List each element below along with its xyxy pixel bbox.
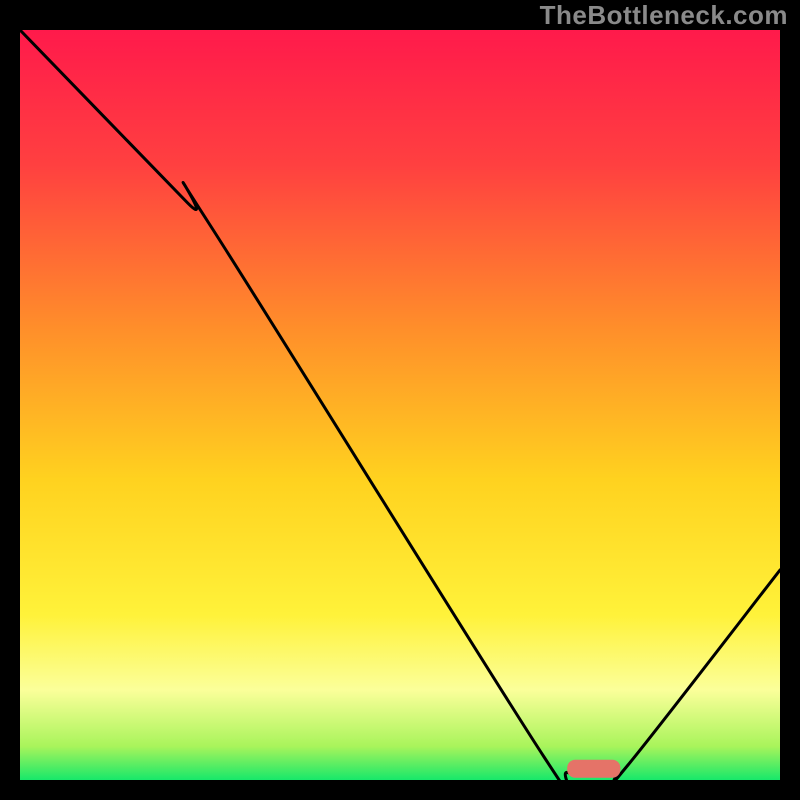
chart-frame: TheBottleneck.com bbox=[0, 0, 800, 800]
watermark-text: TheBottleneck.com bbox=[540, 0, 788, 31]
chart-plot-area bbox=[20, 30, 780, 780]
optimal-range-marker bbox=[567, 760, 620, 778]
chart-svg bbox=[20, 30, 780, 780]
chart-background bbox=[20, 30, 780, 780]
